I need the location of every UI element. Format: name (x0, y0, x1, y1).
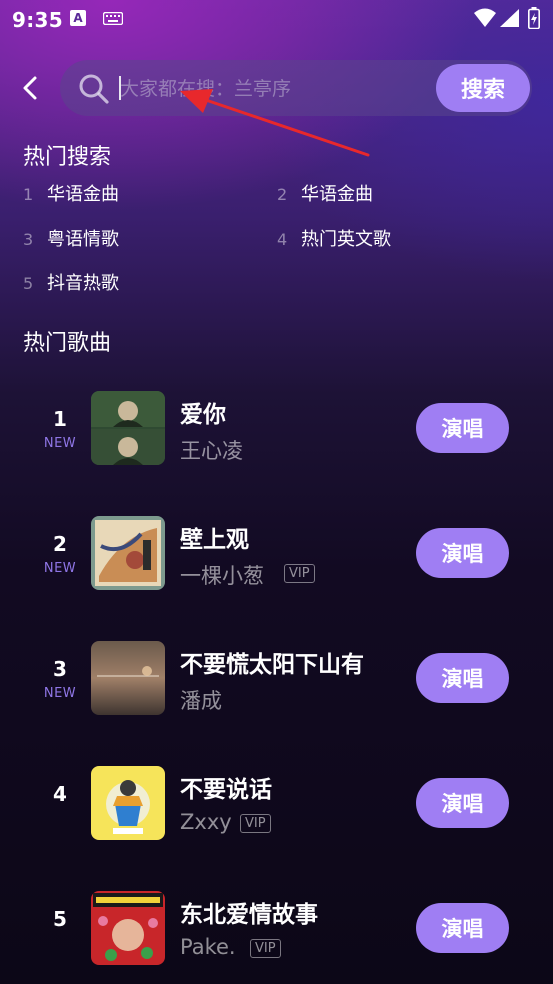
song-rank: 4 (53, 782, 67, 806)
hot-search-item[interactable]: 1 华语金曲 (23, 180, 119, 210)
keyboard-icon (103, 12, 123, 25)
new-badge: NEW (43, 561, 77, 576)
album-cover (91, 641, 165, 715)
signal-icon (500, 9, 519, 27)
hot-search-title: 热门搜索 (23, 145, 112, 170)
album-cover-image (91, 516, 165, 590)
album-cover (91, 766, 165, 840)
album-cover (91, 391, 165, 465)
song-rank: 3 (53, 657, 67, 681)
song-row[interactable]: 5 东北爱情故事 Pake. VIP 演唱 (0, 873, 553, 983)
song-title: 爱你 (180, 402, 226, 428)
hot-search-item[interactable]: 3 粤语情歌 (23, 225, 119, 255)
song-artist: 王心凌 (180, 439, 243, 463)
song-artist: Pake. (180, 935, 236, 959)
song-row[interactable]: 1 NEW 爱你 王心凌 演唱 (0, 373, 553, 483)
new-badge: NEW (43, 436, 77, 451)
hot-search-item[interactable]: 5 抖音热歌 (23, 269, 119, 299)
song-title: 不要慌太阳下山有 (180, 652, 364, 678)
new-badge: NEW (43, 686, 77, 701)
song-rank: 1 (53, 407, 67, 431)
battery-icon (528, 7, 540, 29)
status-time: 9:35 (12, 8, 63, 32)
status-bar: 9:35 A (0, 0, 553, 40)
sing-button[interactable]: 演唱 (416, 778, 509, 828)
wifi-icon (474, 8, 496, 27)
hot-search-item[interactable]: 4 热门英文歌 (277, 225, 391, 255)
vip-badge: VIP (250, 939, 281, 958)
search-icon (79, 74, 109, 104)
annotation-arrow-icon (180, 89, 370, 157)
sing-button[interactable]: 演唱 (416, 528, 509, 578)
album-cover-image (91, 641, 165, 715)
app-screen: 9:35 A 搜索 (0, 0, 553, 984)
album-cover-image (91, 391, 165, 465)
song-title: 壁上观 (180, 527, 249, 553)
song-rank: 5 (53, 907, 67, 931)
song-title: 不要说话 (180, 777, 272, 803)
sing-button[interactable]: 演唱 (416, 653, 509, 703)
album-cover-image (91, 891, 165, 965)
song-title: 东北爱情故事 (180, 902, 318, 928)
vip-badge: VIP (284, 564, 315, 583)
hot-songs-title: 热门歌曲 (23, 331, 112, 356)
song-artist: Zxxy (180, 810, 232, 834)
a-icon: A (70, 10, 86, 26)
song-row[interactable]: 3 NEW 不要慌太阳下山有 潘成 演唱 (0, 623, 553, 733)
album-cover (91, 891, 165, 965)
song-row[interactable]: 2 NEW 壁上观 一棵小葱 VIP 演唱 (0, 498, 553, 608)
song-rank: 2 (53, 532, 67, 556)
search-button[interactable]: 搜索 (436, 64, 530, 112)
song-artist: 潘成 (180, 689, 222, 713)
vip-badge: VIP (240, 814, 271, 833)
text-cursor (119, 76, 121, 100)
album-cover-image (91, 766, 165, 840)
sing-button[interactable]: 演唱 (416, 403, 509, 453)
sing-button[interactable]: 演唱 (416, 903, 509, 953)
album-cover (91, 516, 165, 590)
hot-search-item[interactable]: 2 华语金曲 (277, 180, 373, 210)
song-row[interactable]: 4 不要说话 Zxxy VIP 演唱 (0, 748, 553, 858)
song-artist: 一棵小葱 (180, 564, 264, 588)
back-arrow-icon[interactable] (18, 74, 46, 102)
